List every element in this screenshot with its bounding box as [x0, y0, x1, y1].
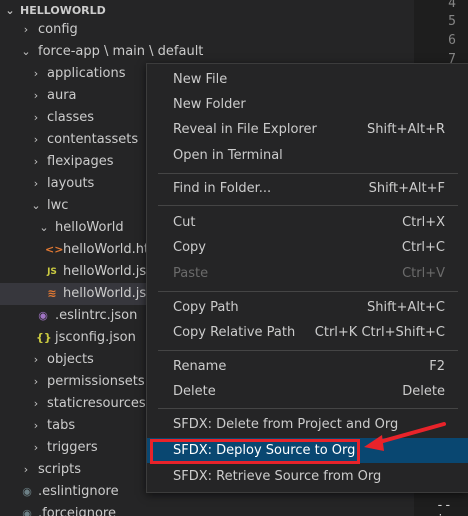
eslint-file-icon: ◉ [38, 309, 48, 322]
menu-item-shortcut: Ctrl+C [401, 240, 445, 255]
tree-item-label: config [38, 22, 78, 37]
line-number: 4 [448, 0, 456, 11]
menu-item-label: Rename [173, 359, 227, 374]
menu-item-shortcut: Ctrl+V [402, 266, 445, 281]
menu-item-sfdx-retrieve-source-from-org[interactable]: SFDX: Retrieve Source from Org [147, 464, 468, 489]
tree-folder-force-app[interactable]: ⌄ force-app \ main \ default [0, 41, 414, 63]
tree-item-label: contentassets [47, 132, 139, 147]
chevron-right-icon: › [33, 67, 39, 80]
tree-item-label: helloWorld.js [63, 264, 147, 279]
tree-item-label: force-app \ main \ default [38, 44, 204, 59]
rss-file-icon: ≋ [47, 287, 57, 300]
menu-item-delete[interactable]: Delete Delete [147, 379, 468, 404]
menu-item-label: Delete [173, 384, 216, 399]
chevron-right-icon: › [23, 463, 29, 476]
menu-item-find-in-folder[interactable]: Find in Folder... Shift+Alt+F [147, 176, 468, 201]
menu-item-shortcut: Shift+Alt+R [367, 122, 445, 137]
tree-item-label: .eslintrc.json [55, 308, 138, 323]
json-file-icon: {} [36, 331, 52, 344]
chevron-down-icon: ⌄ [21, 45, 31, 58]
menu-separator [158, 173, 458, 174]
menu-item-shortcut: Delete [402, 384, 445, 399]
menu-item-label: Cut [173, 215, 196, 230]
chevron-right-icon: › [33, 177, 39, 190]
menu-item-label: Open in Terminal [173, 148, 283, 163]
chevron-down-icon: ⌄ [39, 221, 49, 234]
menu-item-shortcut: Ctrl+K Ctrl+Shift+C [314, 325, 445, 340]
chevron-right-icon: › [33, 155, 39, 168]
menu-separator [158, 408, 458, 409]
ignore-file-icon: ◉ [22, 507, 32, 516]
menu-item-reveal-in-explorer[interactable]: Reveal in File Explorer Shift+Alt+R [147, 117, 468, 142]
tree-item-label: triggers [47, 440, 98, 455]
menu-item-shortcut: Shift+Alt+F [368, 181, 445, 196]
menu-item-label: New Folder [173, 97, 246, 112]
tree-folder-config[interactable]: › config [0, 19, 414, 41]
tree-item-label: scripts [38, 462, 81, 477]
chevron-right-icon: › [33, 397, 39, 410]
line-number: 5 [448, 14, 456, 29]
tree-item-label: staticresources [47, 396, 146, 411]
chevron-down-icon: ⌄ [31, 199, 41, 212]
chevron-right-icon: › [33, 375, 39, 388]
tree-item-label: aura [47, 88, 77, 103]
tree-item-label: lwc [47, 198, 69, 213]
chevron-right-icon: › [33, 419, 39, 432]
menu-item-shortcut: F2 [429, 359, 445, 374]
menu-separator [158, 350, 458, 351]
chevron-right-icon: › [33, 111, 39, 124]
ignore-file-icon: ◉ [22, 485, 32, 498]
tree-item-label: .eslintignore [38, 484, 119, 499]
annotation-arrow-icon [364, 422, 446, 451]
menu-item-new-file[interactable]: New File [147, 67, 468, 92]
chevron-right-icon: › [33, 133, 39, 146]
tree-item-label: jsconfig.json [55, 330, 136, 345]
js-file-icon: JS [47, 267, 57, 277]
menu-item-open-in-terminal[interactable]: Open in Terminal [147, 143, 468, 168]
menu-item-label: SFDX: Retrieve Source from Org [173, 469, 382, 484]
menu-item-rename[interactable]: Rename F2 [147, 354, 468, 379]
menu-item-paste: Paste Ctrl+V [147, 261, 468, 286]
tree-file-forceignore[interactable]: ◉ .forceignore [0, 503, 414, 516]
menu-item-new-folder[interactable]: New Folder [147, 92, 468, 117]
menu-item-label: Copy Relative Path [173, 325, 296, 340]
menu-item-copy-path[interactable]: Copy Path Shift+Alt+C [147, 295, 468, 320]
menu-item-label: New File [173, 72, 228, 87]
menu-separator [158, 291, 458, 292]
tree-item-label: tabs [47, 418, 76, 433]
tree-item-label: helloWorld [55, 220, 124, 235]
menu-item-label: Paste [173, 266, 209, 281]
annotation-highlight-box [150, 439, 360, 464]
tree-item-label: applications [47, 66, 126, 81]
chevron-right-icon: › [23, 23, 29, 36]
tree-item-label: permissionsets [47, 374, 145, 389]
menu-item-label: Reveal in File Explorer [173, 122, 317, 137]
menu-item-copy-relative-path[interactable]: Copy Relative Path Ctrl+K Ctrl+Shift+C [147, 320, 468, 345]
tree-item-label: layouts [47, 176, 95, 191]
menu-item-label: Copy [173, 240, 206, 255]
html-file-icon: <> [45, 243, 64, 256]
menu-item-copy[interactable]: Copy Ctrl+C [147, 235, 468, 260]
menu-item-shortcut: Shift+Alt+C [366, 300, 445, 315]
editor-code-fragment: --jso [436, 498, 459, 516]
menu-separator [158, 205, 458, 206]
chevron-right-icon: › [33, 89, 39, 102]
tree-item-label: classes [47, 110, 95, 125]
tree-item-label: objects [47, 352, 94, 367]
menu-item-cut[interactable]: Cut Ctrl+X [147, 210, 468, 235]
chevron-right-icon: › [33, 441, 39, 454]
tree-item-label: flexipages [47, 154, 114, 169]
line-number: 6 [448, 33, 456, 48]
menu-item-label: Find in Folder... [173, 181, 272, 196]
menu-item-shortcut: Ctrl+X [402, 215, 445, 230]
chevron-right-icon: › [33, 353, 39, 366]
tree-item-label: .forceignore [38, 506, 116, 516]
menu-item-label: Copy Path [173, 300, 239, 315]
